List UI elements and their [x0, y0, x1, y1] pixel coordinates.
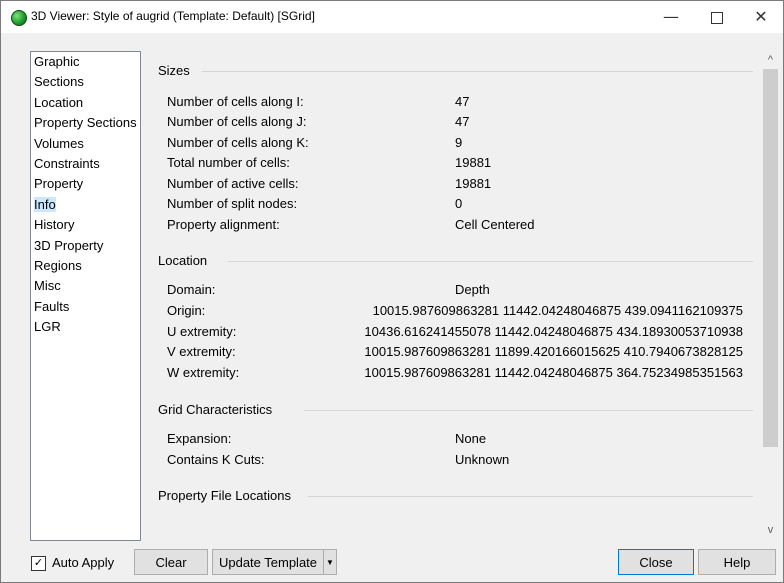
nav-item-property-sections[interactable]: Property Sections: [31, 113, 140, 133]
info-value: 0: [455, 196, 463, 211]
section-title-sizes: Sizes: [158, 63, 190, 78]
info-value: 47: [455, 114, 470, 129]
info-value: 10015.987609863281 11899.420166015625 41…: [364, 344, 743, 359]
nav-item-label: 3D Property: [34, 237, 104, 253]
nav-item-label: Misc: [34, 278, 61, 294]
section-divider: [228, 261, 753, 262]
auto-apply-checkbox[interactable]: ✓: [31, 556, 46, 571]
nav-item-lgr[interactable]: LGR: [31, 317, 140, 337]
auto-apply-label[interactable]: Auto Apply: [52, 555, 114, 570]
section-title-location: Location: [158, 253, 208, 268]
close-window-button[interactable]: ✕: [739, 1, 783, 33]
info-label: Number of cells along I:: [167, 94, 304, 109]
info-value: 10436.616241455078 11442.04248046875 434…: [364, 324, 743, 339]
info-label: Number of cells along J:: [167, 114, 307, 129]
nav-item-label: Sections: [34, 74, 84, 90]
maximize-button[interactable]: [695, 1, 739, 33]
info-value: Depth: [455, 282, 490, 297]
nav-item-label: History: [34, 217, 75, 233]
info-label: V extremity:: [167, 344, 236, 359]
title-bar[interactable]: 3D Viewer: Style of augrid (Template: De…: [1, 1, 783, 33]
nav-item-label: Constraints: [34, 155, 100, 171]
clear-button[interactable]: Clear: [134, 549, 208, 575]
nav-item-3d-property[interactable]: 3D Property: [31, 236, 140, 256]
scroll-up-icon[interactable]: ^: [762, 53, 779, 67]
nav-item-label: Regions: [34, 257, 82, 273]
info-label: Domain:: [167, 282, 216, 297]
info-label: Expansion:: [167, 431, 232, 446]
scroll-down-icon[interactable]: v: [762, 523, 779, 537]
nav-item-info[interactable]: Info: [31, 195, 140, 215]
vertical-scrollbar[interactable]: ^ v: [762, 51, 779, 539]
minimize-button[interactable]: —: [649, 1, 693, 33]
info-value: 47: [455, 94, 470, 109]
info-label: Origin:: [167, 303, 206, 318]
nav-item-label: Volumes: [34, 135, 84, 151]
info-label: Contains K Cuts:: [167, 452, 265, 467]
info-label: Property alignment:: [167, 217, 280, 232]
nav-item-location[interactable]: Location: [31, 93, 140, 113]
nav-item-property[interactable]: Property: [31, 174, 140, 194]
section-title-property-file-locations: Property File Locations: [158, 488, 291, 503]
info-value: 10015.987609863281 11442.04248046875 364…: [364, 365, 743, 380]
info-label: Number of cells along K:: [167, 135, 309, 150]
nav-item-label: Property: [34, 176, 84, 192]
info-value: Unknown: [455, 452, 510, 467]
info-value: Cell Centered: [455, 217, 535, 232]
nav-item-label: Property Sections: [34, 115, 137, 131]
nav-item-graphic[interactable]: Graphic: [31, 52, 140, 72]
info-value: 19881: [455, 155, 492, 170]
nav-item-label: Location: [34, 94, 84, 110]
info-label: Number of active cells:: [167, 176, 299, 191]
nav-item-constraints[interactable]: Constraints: [31, 154, 140, 174]
info-value: None: [455, 431, 487, 446]
category-list: Graphic Sections Location Property Secti…: [30, 51, 141, 541]
maximize-icon: [711, 11, 723, 24]
info-label: U extremity:: [167, 324, 237, 339]
info-label: W extremity:: [167, 365, 240, 380]
nav-item-label: Info: [34, 196, 56, 212]
info-panel: Sizes Number of cells along I: 47 Number…: [146, 51, 761, 539]
update-template-dropdown-icon[interactable]: ▼: [323, 549, 337, 575]
section-divider: [202, 71, 753, 72]
nav-item-misc[interactable]: Misc: [31, 276, 140, 296]
info-value: 19881: [455, 176, 492, 191]
nav-item-regions[interactable]: Regions: [31, 256, 140, 276]
info-value: 9: [455, 135, 463, 150]
section-title-grid-characteristics: Grid Characteristics: [158, 402, 273, 417]
nav-item-faults[interactable]: Faults: [31, 297, 140, 317]
bottom-bar: ✓ Auto Apply Clear Update Template ▼ Clo…: [1, 549, 783, 577]
nav-item-history[interactable]: History: [31, 215, 140, 235]
close-button[interactable]: Close: [618, 549, 694, 575]
section-divider: [304, 410, 753, 411]
nav-item-label: LGR: [34, 319, 61, 335]
section-divider: [308, 496, 753, 497]
viewer-window: 3D Viewer: Style of augrid (Template: De…: [0, 0, 784, 583]
nav-item-label: Faults: [34, 298, 70, 314]
window-title: 3D Viewer: Style of augrid (Template: De…: [31, 9, 315, 23]
app-globe-icon: [11, 10, 27, 26]
help-button[interactable]: Help: [698, 549, 776, 575]
info-value: 10015.987609863281 11442.04248046875 439…: [372, 303, 743, 318]
nav-item-sections[interactable]: Sections: [31, 72, 140, 92]
info-label: Number of split nodes:: [167, 196, 298, 211]
info-label: Total number of cells:: [167, 155, 290, 170]
update-template-button[interactable]: Update Template: [212, 549, 324, 575]
scroll-thumb[interactable]: [763, 69, 778, 447]
nav-item-label: Graphic: [34, 54, 80, 69]
nav-item-volumes[interactable]: Volumes: [31, 134, 140, 154]
